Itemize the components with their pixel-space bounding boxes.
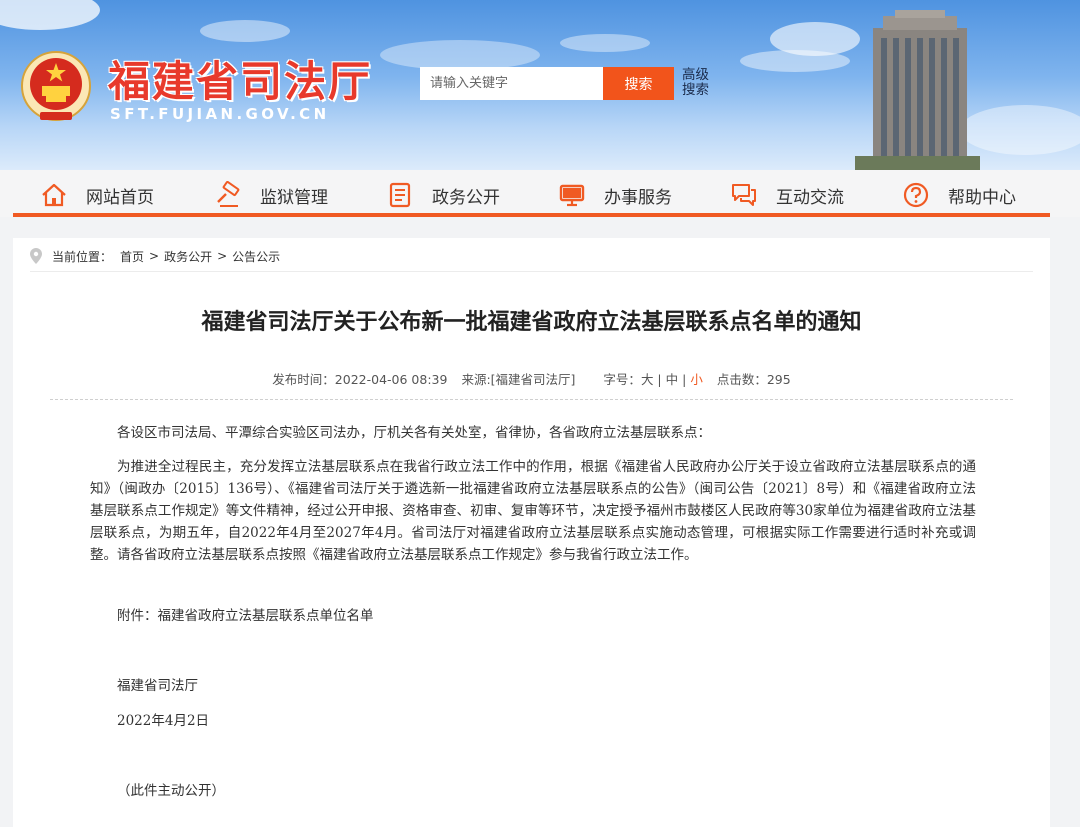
nav-item-label: 监狱管理 bbox=[260, 187, 328, 208]
nav-item-label: 政务公开 bbox=[432, 187, 500, 208]
source: [福建省司法厅] bbox=[490, 372, 576, 387]
help-icon bbox=[903, 182, 929, 208]
publish-time-label: 发布时间： bbox=[272, 372, 335, 387]
sky-cloud bbox=[200, 20, 290, 42]
click-count: 295 bbox=[766, 372, 791, 387]
site-header: 福建省司法厅 SFT.FUJIAN.GOV.CN 搜索 高级搜索 bbox=[0, 0, 1080, 170]
article-signature: 福建省司法厅 bbox=[117, 678, 198, 694]
gavel-icon bbox=[217, 181, 240, 207]
nav-item-label: 网站首页 bbox=[86, 187, 154, 208]
article-title: 福建省司法厅关于公布新一批福建省政府立法基层联系点名单的通知 bbox=[201, 310, 862, 335]
sky-cloud bbox=[380, 40, 540, 70]
article-meta: 发布时间：2022-04-06 08:39 来源:[福建省司法厅] 字号：大 | 中… bbox=[272, 372, 791, 387]
breadcrumb-item-announcements[interactable]: 公告公示 bbox=[232, 248, 280, 265]
document-icon bbox=[389, 182, 411, 208]
nav-item-government-affairs[interactable]: 政务公开 bbox=[386, 181, 500, 209]
building-illustration bbox=[855, 10, 980, 170]
sky-cloud bbox=[560, 34, 650, 52]
breadcrumb-separator: > bbox=[217, 249, 228, 263]
article-date: 2022年4月2日 bbox=[117, 713, 210, 729]
font-size-large[interactable]: 大 bbox=[641, 372, 654, 387]
advanced-search-link[interactable]: 高级搜索 bbox=[682, 68, 716, 98]
meta-divider bbox=[50, 399, 1013, 400]
chat-icon bbox=[732, 184, 756, 206]
search-button[interactable]: 搜索 bbox=[603, 67, 674, 100]
sky-cloud bbox=[770, 22, 860, 56]
breadcrumb-separator: > bbox=[149, 249, 160, 263]
font-size-label: 字号： bbox=[603, 372, 641, 387]
nav-item-label: 互动交流 bbox=[776, 187, 844, 208]
site-domain: SFT.FUJIAN.GOV.CN bbox=[110, 105, 330, 123]
national-emblem-logo bbox=[21, 51, 91, 121]
home-icon bbox=[42, 183, 66, 207]
breadcrumb-divider bbox=[30, 271, 1033, 272]
breadcrumb-item-home[interactable]: 首页 bbox=[120, 248, 144, 265]
publish-time: 2022-04-06 08:39 bbox=[334, 372, 448, 387]
article-disclosure-note: （此件主动公开） bbox=[117, 783, 225, 799]
click-count-label: 点击数： bbox=[716, 372, 767, 387]
nav-item-help-center[interactable]: 帮助中心 bbox=[902, 181, 1016, 209]
nav-item-interaction[interactable]: 互动交流 bbox=[730, 181, 844, 209]
source-label: 来源: bbox=[461, 372, 491, 387]
nav-underline bbox=[13, 213, 1050, 217]
nav-item-home[interactable]: 网站首页 bbox=[40, 181, 154, 209]
nav-item-label: 办事服务 bbox=[604, 187, 672, 208]
nav-item-prison-management[interactable]: 监狱管理 bbox=[214, 181, 328, 209]
article-salutation: 各设区市司法局、平潭综合实验区司法办，厅机关各有关处室，省律协，各省政府立法基层… bbox=[117, 425, 711, 441]
breadcrumb: 当前位置： 首页 > 政务公开 > 公告公示 bbox=[30, 247, 280, 265]
location-pin-icon bbox=[30, 248, 42, 264]
site-name: 福建省司法厅 bbox=[108, 57, 373, 106]
nav-item-services[interactable]: 办事服务 bbox=[558, 181, 672, 209]
search-input[interactable] bbox=[420, 67, 603, 100]
monitor-icon bbox=[559, 184, 585, 207]
sky-cloud bbox=[0, 0, 100, 30]
article-body: 为推进全过程民主，充分发挥立法基层联系点在我省行政立法工作中的作用，根据《福建省… bbox=[90, 459, 976, 563]
breadcrumb-item-government-affairs[interactable]: 政务公开 bbox=[164, 248, 212, 265]
article-attachment: 附件：福建省政府立法基层联系点单位名单 bbox=[117, 608, 374, 624]
nav-item-label: 帮助中心 bbox=[948, 187, 1016, 208]
font-size-medium[interactable]: 中 bbox=[666, 372, 679, 387]
breadcrumb-prefix: 当前位置： bbox=[52, 249, 113, 264]
font-size-small[interactable]: 小 bbox=[690, 372, 703, 387]
